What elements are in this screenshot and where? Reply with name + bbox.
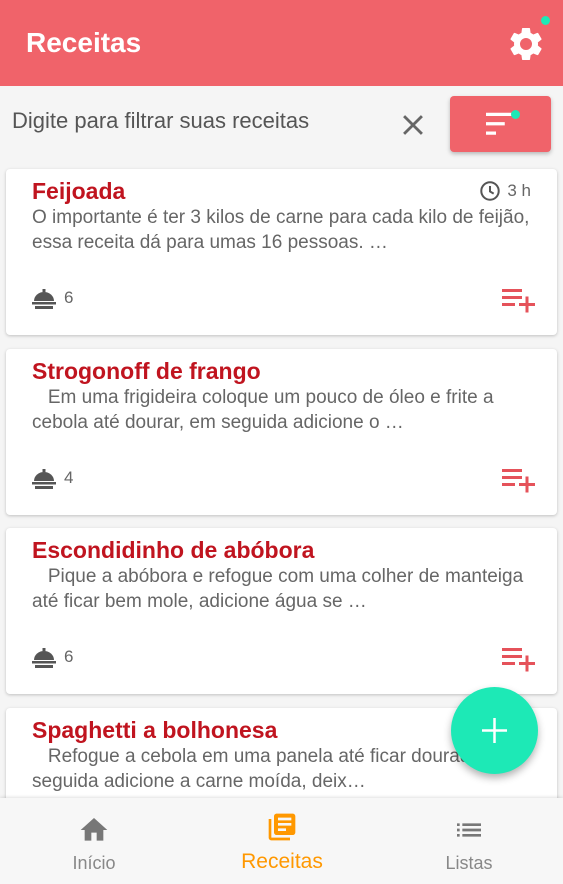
close-icon[interactable] bbox=[396, 108, 430, 142]
recipe-title: Strogonoff de frango bbox=[32, 358, 261, 384]
clock-icon bbox=[480, 181, 501, 201]
recipe-description: Em uma frigideira coloque um pouco de ól… bbox=[32, 387, 499, 433]
nav-item-inicio[interactable]: Início bbox=[0, 798, 188, 884]
page-title: Receitas bbox=[26, 27, 142, 58]
nav-label-receitas: Receitas bbox=[241, 850, 323, 873]
sort-button[interactable] bbox=[450, 96, 551, 152]
add-recipe-button[interactable] bbox=[451, 687, 538, 774]
recipe-servings: 4 bbox=[32, 467, 73, 489]
servings-icon bbox=[32, 648, 56, 668]
recipe-card[interactable]: Feijoada 3 h O importante é ter 3 kilos … bbox=[6, 169, 557, 335]
recipe-servings-value: 4 bbox=[64, 468, 74, 487]
add-to-list-icon[interactable] bbox=[502, 287, 536, 313]
recipe-title: Feijoada bbox=[32, 178, 126, 204]
recipe-card[interactable]: Escondidinho de abóbora Pique a abóbora … bbox=[6, 528, 557, 694]
recipe-card[interactable]: Strogonoff de frango Em uma frigideira c… bbox=[6, 349, 557, 515]
nav-item-receitas[interactable]: Receitas bbox=[188, 798, 376, 884]
filter-input[interactable] bbox=[12, 104, 382, 138]
recipe-time-value: 3 h bbox=[507, 181, 531, 200]
nav-label-inicio: Início bbox=[72, 853, 116, 873]
book-icon bbox=[268, 813, 296, 841]
app-bar: Receitas bbox=[0, 0, 563, 86]
recipe-title: Spaghetti a bolhonesa bbox=[32, 717, 278, 743]
plus-icon bbox=[482, 718, 507, 743]
recipe-servings-value: 6 bbox=[64, 288, 74, 307]
recipe-time: 3 h bbox=[479, 180, 531, 202]
recipe-description: Pique a abóbora e refogue com uma colher… bbox=[32, 566, 529, 612]
nav-label-listas: Listas bbox=[445, 853, 493, 873]
recipe-title: Escondidinho de abóbora bbox=[32, 537, 315, 563]
recipe-servings: 6 bbox=[32, 287, 73, 309]
recipe-servings-value: 6 bbox=[64, 647, 74, 666]
notification-dot bbox=[541, 16, 550, 25]
list-icon bbox=[457, 823, 481, 837]
recipe-servings: 6 bbox=[32, 646, 73, 668]
bottom-navigation: Início Receitas Listas bbox=[0, 798, 563, 884]
recipe-description: O importante é ter 3 kilos de carne para… bbox=[32, 207, 530, 253]
filter-bar bbox=[0, 86, 563, 154]
nav-item-listas[interactable]: Listas bbox=[375, 798, 563, 884]
servings-icon bbox=[32, 469, 56, 489]
home-icon bbox=[80, 818, 108, 841]
servings-icon bbox=[32, 289, 56, 309]
sort-active-dot bbox=[511, 110, 520, 119]
add-to-list-icon[interactable] bbox=[502, 467, 536, 493]
gear-icon[interactable] bbox=[506, 24, 546, 64]
add-to-list-icon[interactable] bbox=[502, 646, 536, 672]
